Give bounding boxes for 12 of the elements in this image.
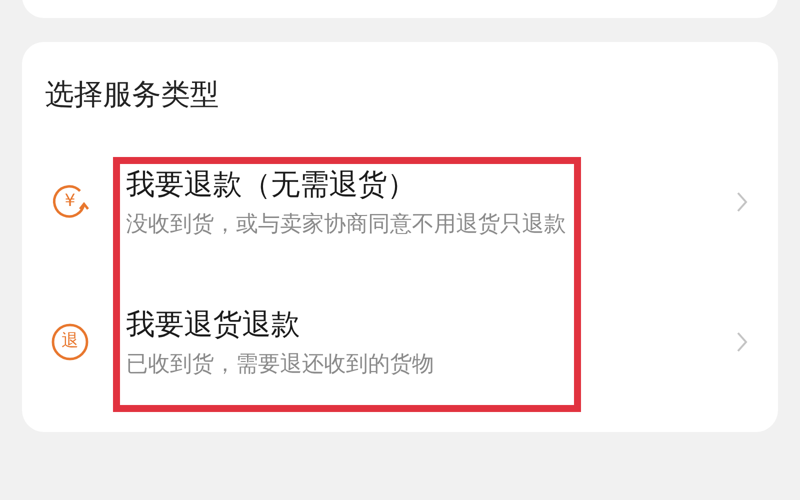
section-title: 选择服务类型 — [45, 76, 220, 113]
option-description: 没收到货，或与卖家协商同意不用退货只退款 — [126, 210, 567, 238]
chevron-icon — [736, 190, 748, 212]
option-title: 我要退款（无需退货） — [126, 166, 417, 202]
option-description: 已收到货，需要退还收到的货物 — [126, 350, 435, 378]
circle-icon — [50, 322, 90, 362]
icon-glyph: ¥ — [64, 193, 76, 210]
chevron-icon — [736, 330, 748, 352]
icon-glyph: 退 — [62, 333, 78, 350]
option-title: 我要退货退款 — [126, 306, 301, 342]
service-option[interactable]: ¥ 我要退款（无需退货） 没收到货，或与卖家协商同意不用退货只退款 — [22, 154, 778, 249]
service-option[interactable]: 退 我要退货退款 已收到货，需要退还收到的货物 — [22, 294, 778, 389]
